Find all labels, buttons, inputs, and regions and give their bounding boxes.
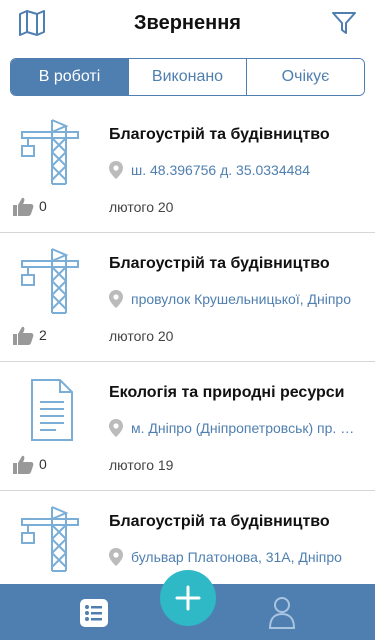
list-item[interactable]: Екологія та природні ресурси м. Дніпро (… <box>0 362 375 491</box>
item-location: ш. 48.396756 д. 35.0334484 <box>109 161 359 179</box>
profile-icon[interactable] <box>268 595 296 629</box>
like-counter[interactable]: 0 <box>12 454 47 474</box>
page-title: Звернення <box>134 12 241 34</box>
like-count: 0 <box>39 456 47 472</box>
appeals-list: Благоустрій та будівництво ш. 48.396756 … <box>0 104 375 620</box>
top-bar: Звернення <box>0 0 375 48</box>
crane-icon <box>21 119 79 185</box>
list-icon[interactable] <box>79 598 109 628</box>
status-segmented-control: В роботі Виконано Очікує <box>10 58 365 96</box>
item-location: провулок Крушельницької, Дніпро <box>109 290 359 308</box>
item-address: м. Дніпро (Дніпропетровськ) пр. Гагаріна <box>131 420 359 436</box>
tab-pending[interactable]: Очікує <box>246 59 364 95</box>
thumbs-up-icon <box>13 455 34 474</box>
location-pin-icon <box>109 419 123 437</box>
item-address: провулок Крушельницької, Дніпро <box>131 291 351 307</box>
document-icon <box>31 379 73 441</box>
like-counter[interactable]: 2 <box>12 325 47 345</box>
item-address: бульвар Платонова, 31А, Дніпро <box>131 549 342 565</box>
item-category: Благоустрій та будівництво <box>109 126 330 143</box>
filter-icon[interactable] <box>331 10 357 36</box>
item-category: Благоустрій та будівництво <box>109 513 330 530</box>
tab-done[interactable]: Виконано <box>128 59 246 95</box>
item-date: лютого 20 <box>109 328 174 344</box>
like-counter[interactable]: 0 <box>12 196 47 216</box>
item-address: ш. 48.396756 д. 35.0334484 <box>131 162 310 178</box>
list-item[interactable]: Благоустрій та будівництво ш. 48.396756 … <box>0 104 375 233</box>
item-location: бульвар Платонова, 31А, Дніпро <box>109 548 359 566</box>
thumbs-up-icon <box>13 197 34 216</box>
item-category: Благоустрій та будівництво <box>109 255 330 272</box>
location-pin-icon <box>109 161 123 179</box>
crane-icon <box>21 506 79 572</box>
plus-icon <box>175 585 201 611</box>
tab-in-progress[interactable]: В роботі <box>11 59 128 95</box>
item-date: лютого 20 <box>109 199 174 215</box>
location-pin-icon <box>109 548 123 566</box>
crane-icon <box>21 248 79 314</box>
thumbs-up-icon <box>13 326 34 345</box>
like-count: 2 <box>39 327 47 343</box>
item-location: м. Дніпро (Дніпропетровськ) пр. Гагаріна <box>109 419 359 437</box>
add-appeal-button[interactable] <box>160 570 216 626</box>
list-item[interactable]: Благоустрій та будівництво провулок Круш… <box>0 233 375 362</box>
like-count: 0 <box>39 198 47 214</box>
location-pin-icon <box>109 290 123 308</box>
item-category: Екологія та природні ресурси <box>109 384 345 401</box>
item-date: лютого 19 <box>109 457 174 473</box>
